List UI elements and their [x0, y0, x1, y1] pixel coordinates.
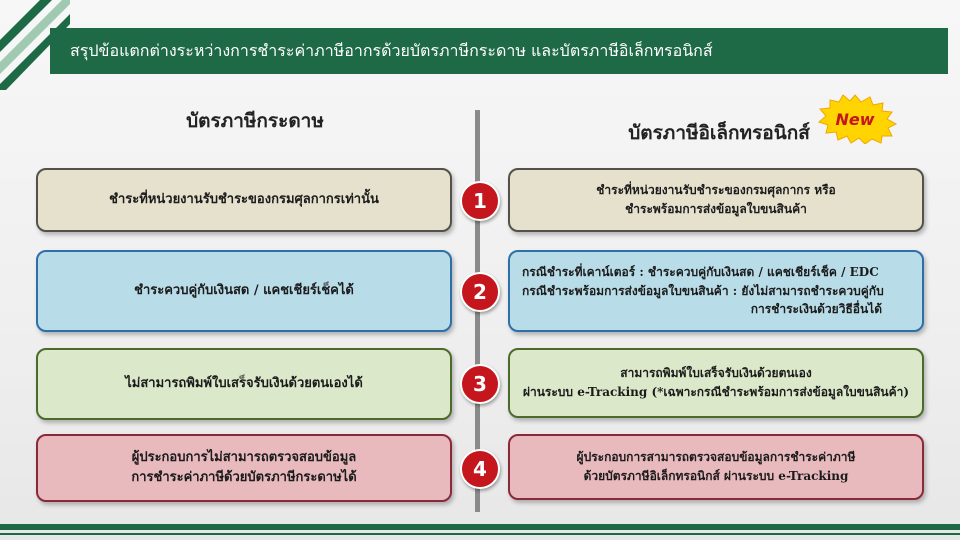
- electronic-row-1-line-2: ชำระพร้อมการส่งข้อมูลใบขนสินค้า: [625, 202, 807, 216]
- electronic-row-2-line-1: กรณีชำระที่เคาน์เตอร์ : ชำระควบคู่กับเงิ…: [522, 265, 879, 280]
- electronic-row-2-line-2: กรณีชำระพร้อมการส่งข้อมูลใบขนสินค้า : ยั…: [522, 283, 884, 298]
- paper-row-4-line-2: การชำระค่าภาษีด้วยบัตรภาษีกระดาษได้: [131, 470, 357, 485]
- electronic-row-1-line-1: ชำระที่หน่วยงานรับชำระของกรมศุลกากร หรือ: [596, 183, 836, 198]
- paper-tax-card-heading: บัตรภาษีกระดาษ: [186, 110, 324, 132]
- electronic-row-3-line-1: สามารถพิมพ์ใบเสร็จรับเงินด้วยตนเอง: [620, 366, 812, 381]
- row-number-1: 1: [460, 181, 500, 221]
- electronic-row-2-line-3: การชำระเงินด้วยวิธีอื่นได้: [750, 302, 882, 317]
- row-number-3: 3: [460, 364, 500, 404]
- paper-card-row-1: ชำระที่หน่วยงานรับชำระของกรมศุลกากรเท่าน…: [36, 168, 452, 232]
- electronic-row-3-line-2: ผ่านระบบ e-Tracking (*เฉพาะกรณีชำระพร้อม…: [522, 385, 910, 399]
- paper-row-2-line-1: ชำระควบคู่กับเงินสด / แคชเชียร์เช็คได้: [134, 282, 354, 298]
- electronic-card-row-4: ผู้ประกอบการสามารถตรวจสอบข้อมูลการชำระค่…: [508, 434, 924, 500]
- electronic-tax-card-heading: บัตรภาษีอิเล็กทรอนิกส์: [628, 122, 810, 144]
- paper-row-4-line-1: ผู้ประกอบการไม่สามารถตรวจสอบข้อมูล: [131, 449, 357, 465]
- page-title: สรุปข้อแตกต่างระหว่างการชำระค่าภาษีอากรด…: [70, 40, 713, 60]
- title-bar: สรุปข้อแตกต่างระหว่างการชำระค่าภาษีอากรด…: [50, 28, 948, 74]
- footer-bar: [0, 524, 960, 530]
- electronic-card-row-1: ชำระที่หน่วยงานรับชำระของกรมศุลกากร หรือ…: [508, 168, 924, 232]
- paper-card-row-2: ชำระควบคู่กับเงินสด / แคชเชียร์เช็คได้: [36, 250, 452, 332]
- row-number-2: 2: [460, 272, 500, 312]
- electronic-card-row-3: สามารถพิมพ์ใบเสร็จรับเงินด้วยตนเอง ผ่านร…: [508, 348, 924, 418]
- footer-bar-thin: [0, 533, 960, 535]
- paper-row-3-line-1: ไม่สามารถพิมพ์ใบเสร็จรับเงินด้วยตนเองได้: [125, 375, 363, 391]
- electronic-card-row-2: กรณีชำระที่เคาน์เตอร์ : ชำระควบคู่กับเงิ…: [508, 250, 924, 332]
- paper-card-row-3: ไม่สามารถพิมพ์ใบเสร็จรับเงินด้วยตนเองได้: [36, 348, 452, 420]
- row-number-4: 4: [460, 449, 500, 489]
- paper-card-row-4: ผู้ประกอบการไม่สามารถตรวจสอบข้อมูล การชำ…: [36, 434, 452, 502]
- new-badge-label: New: [835, 110, 874, 129]
- paper-row-1-line-1: ชำระที่หน่วยงานรับชำระของกรมศุลกากรเท่าน…: [109, 191, 379, 207]
- electronic-row-4-line-1: ผู้ประกอบการสามารถตรวจสอบข้อมูลการชำระค่…: [576, 450, 856, 465]
- new-badge: New: [818, 94, 898, 144]
- electronic-row-4-line-2: ด้วยบัตรภาษีอิเล็กทรอนิกส์ ผ่านระบบ e-Tr…: [583, 469, 849, 483]
